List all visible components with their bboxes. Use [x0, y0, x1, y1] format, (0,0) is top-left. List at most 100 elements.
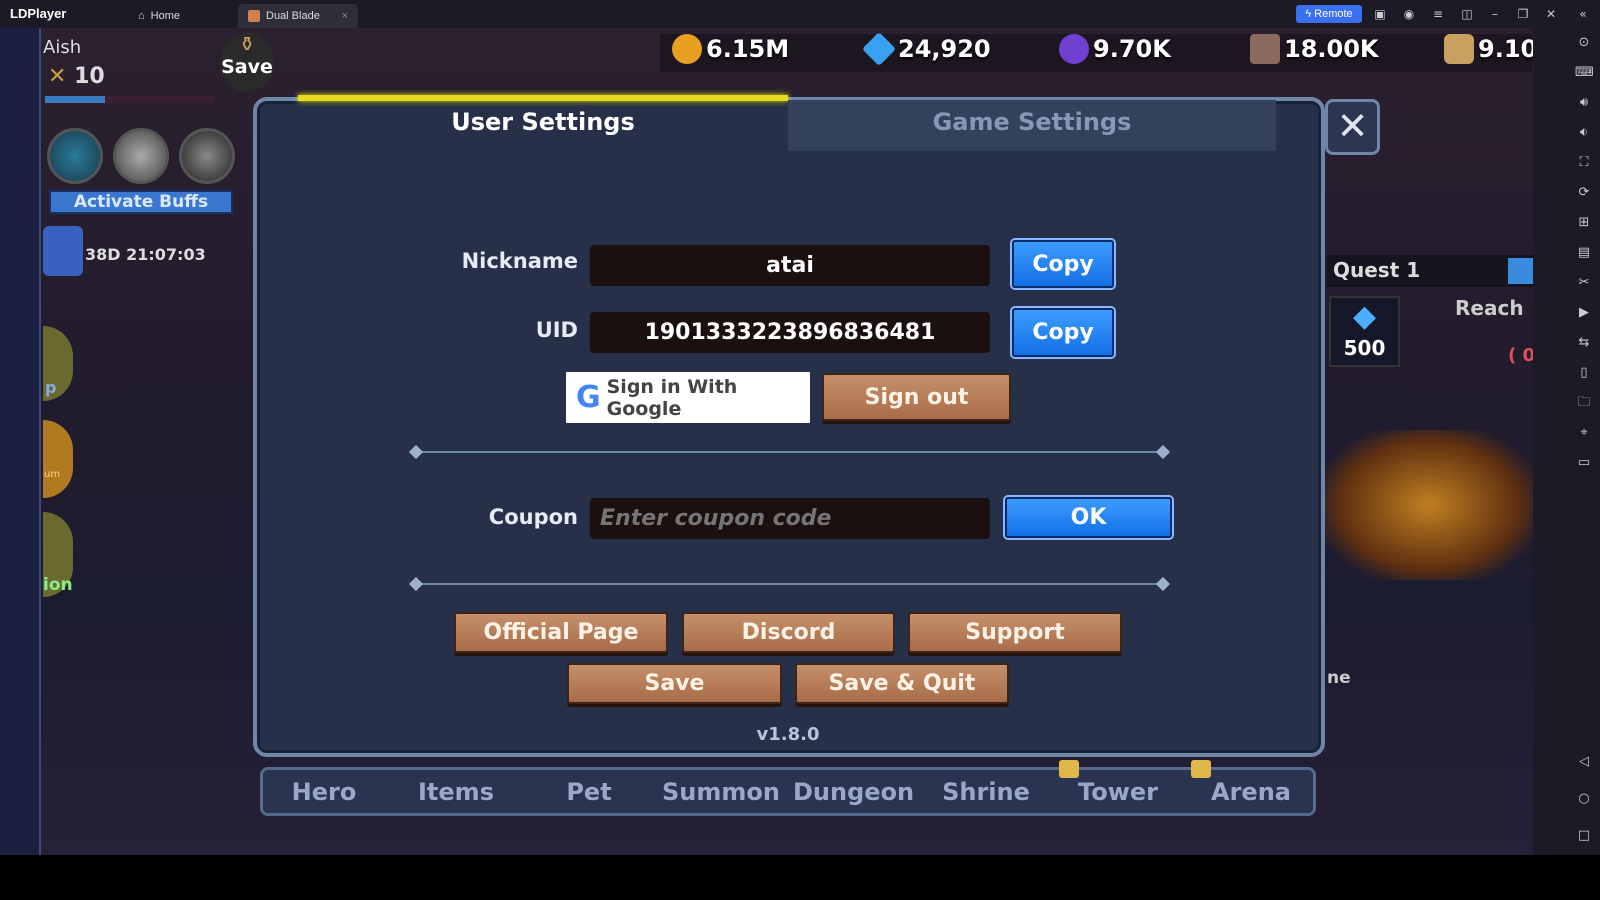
google-signin-label: Sign in With Google — [606, 375, 738, 420]
coin-icon — [672, 34, 702, 64]
quest-header[interactable]: Quest 1 — [1327, 255, 1533, 287]
location-icon[interactable]: ⌖ — [1575, 424, 1593, 442]
shake-icon[interactable]: ▯ — [1575, 364, 1593, 382]
add-screen-icon[interactable]: ⊞ — [1575, 214, 1593, 232]
nav-summon[interactable]: Summon — [661, 778, 781, 806]
tab-game-settings-label: Game Settings — [932, 108, 1132, 136]
close-icon[interactable]: ✕ — [1543, 6, 1559, 22]
currency-purple: 9.70K — [1059, 34, 1171, 64]
mission-label: ion — [43, 575, 73, 595]
game-icon — [248, 10, 260, 22]
scroll-value: 18.00K — [1284, 35, 1379, 63]
uid-field[interactable]: 1901333223896836481 — [590, 312, 990, 353]
nav-tower[interactable]: Tower — [1058, 778, 1178, 806]
support-button[interactable]: Support — [908, 612, 1122, 653]
restore-icon[interactable]: ❐ — [1515, 6, 1531, 22]
rotate-icon[interactable]: ▭ — [1575, 454, 1593, 472]
currency-scroll: 18.00K — [1250, 34, 1379, 64]
sync-files-icon[interactable]: ⇆ — [1575, 334, 1593, 352]
tab-dual-blade[interactable]: Dual Blade × — [238, 4, 358, 28]
sync-icon[interactable]: ⟳ — [1575, 184, 1593, 202]
copy-uid-button[interactable]: Copy — [1012, 308, 1114, 357]
player-name: Aish — [43, 37, 82, 58]
minimize-icon[interactable]: – — [1487, 6, 1503, 22]
tab-label: Dual Blade — [266, 10, 320, 22]
tab-label: Home — [150, 10, 180, 22]
buff-cloud-icon[interactable] — [113, 128, 169, 184]
buff-lightning-icon[interactable] — [47, 128, 103, 184]
purple-value: 9.70K — [1093, 35, 1171, 63]
nickname-label: Nickname — [461, 249, 578, 273]
shop-label: p — [45, 378, 57, 397]
menu-icon[interactable]: ≡ — [1430, 6, 1446, 22]
tab-user-settings[interactable]: User Settings — [300, 108, 786, 136]
recents-icon[interactable]: □ — [1575, 827, 1593, 845]
nav-pet[interactable]: Pet — [529, 778, 649, 806]
ok-button[interactable]: OK — [1005, 497, 1172, 538]
lock-icon — [1191, 760, 1211, 778]
quest-title: Quest 1 — [1333, 258, 1421, 282]
quest-button[interactable] — [1508, 258, 1533, 284]
official-page-button[interactable]: Official Page — [454, 612, 668, 653]
close-icon: ✕ — [1336, 104, 1369, 148]
gamepad-icon[interactable]: ▣ — [1372, 6, 1388, 22]
blue-gem-icon — [862, 32, 896, 66]
nav-arena[interactable]: Arena — [1191, 778, 1311, 806]
account-icon[interactable]: ◉ — [1401, 6, 1417, 22]
nav-dungeon[interactable]: Dungeon — [793, 778, 914, 806]
tab-home[interactable]: ⌂ Home — [128, 4, 190, 28]
level-value: 10 — [74, 64, 105, 89]
divider — [416, 451, 1163, 453]
blue-gem-icon: ◆ — [1352, 299, 1377, 334]
volume-down-icon[interactable]: 🔉︎ — [1575, 124, 1593, 142]
uid-label: UID — [535, 318, 578, 342]
save-hud-button[interactable]: ⚱ Save — [220, 32, 274, 92]
bone-icon — [1444, 34, 1474, 64]
app-logo: LDPlayer — [10, 6, 67, 21]
buff-swirl-icon[interactable] — [179, 128, 235, 184]
quest-desc: Reach — [1455, 296, 1524, 320]
nav-items[interactable]: Items — [396, 778, 516, 806]
divider — [416, 583, 1163, 585]
quest-reward-value: 500 — [1343, 336, 1386, 360]
discord-button[interactable]: Discord — [682, 612, 895, 653]
save-quit-button[interactable]: Save & Quit — [795, 663, 1009, 704]
close-tab-icon[interactable]: × — [342, 10, 348, 22]
lightning-icon: ϟ — [1305, 8, 1312, 20]
save-button[interactable]: Save — [567, 663, 782, 704]
title-bar: LDPlayer ⌂ Home Dual Blade × ϟ Remote ▣ ◉ ≡… — [0, 0, 1600, 28]
sign-out-button[interactable]: Sign out — [822, 373, 1011, 421]
remote-button[interactable]: ϟ Remote — [1296, 5, 1362, 23]
coupon-input[interactable] — [590, 498, 990, 539]
keyboard-icon[interactable]: ⌨ — [1575, 64, 1594, 82]
coin-value: 6.15M — [706, 35, 790, 63]
nickname-field[interactable]: atai — [590, 245, 990, 286]
quest-progress: ( 0 — [1508, 345, 1533, 366]
nav-hero[interactable]: Hero — [264, 778, 384, 806]
apk-icon[interactable]: ▤ — [1575, 244, 1593, 262]
google-signin-button[interactable]: G Sign in With Google — [566, 372, 810, 423]
home-nav-icon[interactable]: ○ — [1575, 790, 1593, 808]
lock-icon — [1059, 760, 1079, 778]
record-icon[interactable]: ▶ — [1575, 304, 1593, 322]
scissors-icon[interactable]: ✂ — [1575, 274, 1593, 292]
gem-value: 24,920 — [898, 35, 991, 63]
volume-up-icon[interactable]: 🔊︎ — [1575, 94, 1593, 112]
fullscreen-icon[interactable]: ⛶ — [1575, 154, 1593, 172]
folder-icon[interactable]: 🗀 — [1575, 394, 1593, 412]
player-level: ✕ 10 — [48, 64, 105, 89]
version-label: v1.8.0 — [756, 724, 820, 745]
collapse-icon[interactable]: « — [1575, 6, 1591, 22]
tab-game-settings[interactable]: Game Settings — [788, 100, 1276, 151]
event-icon[interactable] — [43, 226, 83, 276]
nav-shrine[interactable]: Shrine — [926, 778, 1046, 806]
copy-nickname-button[interactable]: Copy — [1012, 240, 1114, 288]
currency-gems: 24,920 — [862, 32, 991, 66]
settings-dialog — [253, 97, 1325, 757]
settings-icon[interactable]: ⊙ — [1575, 34, 1593, 52]
activate-buffs-button[interactable]: Activate Buffs — [49, 190, 233, 214]
close-dialog-button[interactable]: ✕ — [1325, 99, 1380, 155]
screen-icon[interactable]: ◫ — [1459, 6, 1475, 22]
back-icon[interactable]: ◁ — [1575, 753, 1593, 771]
xp-bar — [45, 96, 215, 103]
